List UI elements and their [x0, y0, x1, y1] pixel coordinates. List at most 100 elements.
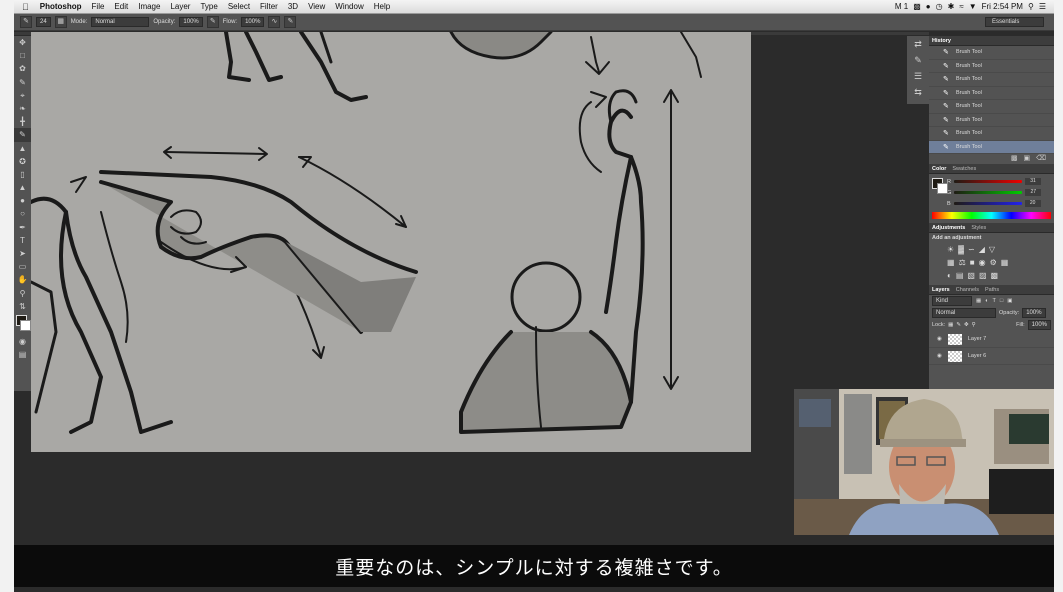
- clone-stamp-tool-icon[interactable]: ▲: [14, 142, 31, 155]
- app-menu[interactable]: Photoshop: [35, 2, 87, 11]
- volume-icon[interactable]: ▼: [969, 2, 977, 11]
- menu-filter[interactable]: Filter: [255, 2, 283, 11]
- menu-select[interactable]: Select: [223, 2, 255, 11]
- tab-paths[interactable]: Paths: [985, 287, 999, 293]
- snapshot-icon[interactable]: ▣: [1023, 154, 1030, 164]
- history-item[interactable]: ✎ Brush Tool: [929, 73, 1054, 87]
- brush-panel-toggle-icon[interactable]: ▦: [54, 16, 67, 28]
- menu-file[interactable]: File: [87, 2, 110, 11]
- tab-adjustments[interactable]: Adjustments: [932, 225, 965, 231]
- selective-color-icon[interactable]: ▩: [991, 271, 999, 280]
- drawing-canvas[interactable]: [31, 32, 751, 452]
- quick-mask-icon[interactable]: ◉: [14, 335, 31, 348]
- color-lookup-icon[interactable]: ▦: [1001, 258, 1009, 267]
- move-tool-icon[interactable]: ✥: [14, 36, 31, 49]
- shape-tool-icon[interactable]: ▭: [14, 260, 31, 273]
- history-item[interactable]: ✎ Brush Tool: [929, 46, 1054, 60]
- history-brush-tool-icon[interactable]: ✪: [14, 155, 31, 168]
- workspace-select[interactable]: Essentials: [985, 17, 1044, 27]
- lock-pixels-icon[interactable]: ✎: [956, 322, 961, 328]
- tab-color[interactable]: Color: [932, 166, 946, 172]
- eraser-tool-icon[interactable]: ▯: [14, 168, 31, 181]
- flow-field[interactable]: 100%: [241, 17, 265, 27]
- menu-3d[interactable]: 3D: [283, 2, 303, 11]
- background-color-swatch[interactable]: [937, 183, 948, 194]
- menu-view[interactable]: View: [303, 2, 330, 11]
- wifi-icon[interactable]: ≈: [959, 2, 963, 11]
- hand-tool-icon[interactable]: ✋: [14, 273, 31, 286]
- green-value[interactable]: 27: [1025, 189, 1042, 196]
- menu-clock[interactable]: Fri 2:54 PM: [982, 2, 1023, 11]
- screen-mode-icon[interactable]: ▤: [14, 348, 31, 361]
- mode-select[interactable]: Normal: [91, 17, 150, 27]
- levels-icon[interactable]: ▓: [958, 245, 964, 254]
- vibrance-icon[interactable]: ▽: [989, 245, 995, 254]
- menu-window[interactable]: Window: [330, 2, 368, 11]
- filter-shape-icon[interactable]: □: [1000, 298, 1003, 304]
- menu-image[interactable]: Image: [133, 2, 165, 11]
- filter-type-icon[interactable]: T: [993, 298, 996, 304]
- exposure-icon[interactable]: ◢: [979, 245, 985, 254]
- tab-layers[interactable]: Layers: [932, 287, 950, 293]
- blue-value[interactable]: 20: [1024, 200, 1041, 207]
- lasso-tool-icon[interactable]: ✿: [14, 62, 31, 75]
- hue-saturation-icon[interactable]: ▦: [947, 258, 955, 267]
- airbrush-icon[interactable]: ∿: [268, 16, 281, 28]
- filter-smart-icon[interactable]: ▣: [1007, 298, 1012, 304]
- dodge-tool-icon[interactable]: ○: [14, 207, 31, 220]
- paint-bucket-tool-icon[interactable]: ▲: [14, 181, 31, 194]
- history-item-selected[interactable]: ✎ Brush Tool: [929, 140, 1054, 154]
- red-slider[interactable]: [953, 180, 1022, 183]
- filter-adjustment-icon[interactable]: ◐: [985, 298, 988, 304]
- path-selection-tool-icon[interactable]: ➤: [14, 247, 31, 260]
- layer-row[interactable]: ◉ Layer 7: [929, 331, 1054, 348]
- gradient-map-icon[interactable]: ▨: [979, 271, 987, 280]
- lock-position-icon[interactable]: ✥: [964, 322, 969, 328]
- marquee-tool-icon[interactable]: □: [14, 49, 31, 62]
- history-item[interactable]: ✎ Brush Tool: [929, 100, 1054, 114]
- photo-filter-icon[interactable]: ◉: [979, 258, 986, 267]
- brush-size-field[interactable]: 24: [36, 17, 51, 27]
- brush-panel-icon[interactable]: ✎: [907, 52, 929, 68]
- history-item[interactable]: ✎ Brush Tool: [929, 87, 1054, 100]
- trash-icon[interactable]: ⌫: [1036, 154, 1046, 164]
- green-slider[interactable]: [954, 191, 1023, 194]
- menu-layer[interactable]: Layer: [165, 2, 195, 11]
- history-panel-icon[interactable]: ⇄: [907, 36, 929, 52]
- info-panel-icon[interactable]: ⇆: [907, 84, 929, 100]
- menu-type[interactable]: Type: [195, 2, 222, 11]
- tab-history[interactable]: History: [932, 38, 951, 44]
- notification-list-icon[interactable]: ☰: [1039, 2, 1046, 11]
- lock-transparency-icon[interactable]: ▦: [948, 322, 953, 328]
- spotlight-search-icon[interactable]: ⚲: [1028, 2, 1034, 11]
- channel-mixer-icon[interactable]: ⚙: [990, 258, 997, 267]
- properties-panel-icon[interactable]: ☰: [907, 68, 929, 84]
- history-item[interactable]: ✎ Brush Tool: [929, 60, 1054, 73]
- tab-styles[interactable]: Styles: [971, 225, 986, 231]
- type-tool-icon[interactable]: T: [14, 234, 31, 247]
- history-item[interactable]: ✎ Brush Tool: [929, 127, 1054, 141]
- filter-pixel-icon[interactable]: ▦: [976, 298, 981, 304]
- layer-fill-field[interactable]: 100%: [1027, 320, 1051, 330]
- bluetooth-icon[interactable]: ✱: [948, 2, 955, 11]
- pressure-opacity-icon[interactable]: ✎: [206, 16, 219, 28]
- layer-opacity-field[interactable]: 100%: [1022, 308, 1046, 318]
- swap-colors-icon[interactable]: ⇅: [14, 300, 31, 313]
- blur-tool-icon[interactable]: ●: [14, 194, 31, 207]
- blue-slider[interactable]: [953, 202, 1022, 205]
- red-value[interactable]: 31: [1024, 178, 1041, 185]
- brush-tool-icon[interactable]: ✎: [14, 128, 31, 142]
- quick-select-tool-icon[interactable]: ✎: [14, 76, 31, 89]
- curves-icon[interactable]: ∽: [968, 245, 975, 254]
- visibility-eye-icon[interactable]: ◉: [937, 353, 942, 359]
- tab-swatches[interactable]: Swatches: [952, 166, 976, 172]
- opacity-field[interactable]: 100%: [179, 17, 203, 27]
- crop-tool-icon[interactable]: ⌖: [14, 89, 31, 102]
- status-badge[interactable]: M 1: [895, 2, 908, 11]
- brush-preset-icon[interactable]: ✎: [20, 16, 32, 28]
- zoom-tool-icon[interactable]: ⚲: [14, 287, 31, 300]
- black-white-icon[interactable]: ■: [970, 258, 975, 267]
- apple-menu-icon[interactable]: : [14, 2, 35, 12]
- healing-brush-tool-icon[interactable]: ╋: [14, 115, 31, 128]
- layer-row[interactable]: ◉ Layer 6: [929, 348, 1054, 365]
